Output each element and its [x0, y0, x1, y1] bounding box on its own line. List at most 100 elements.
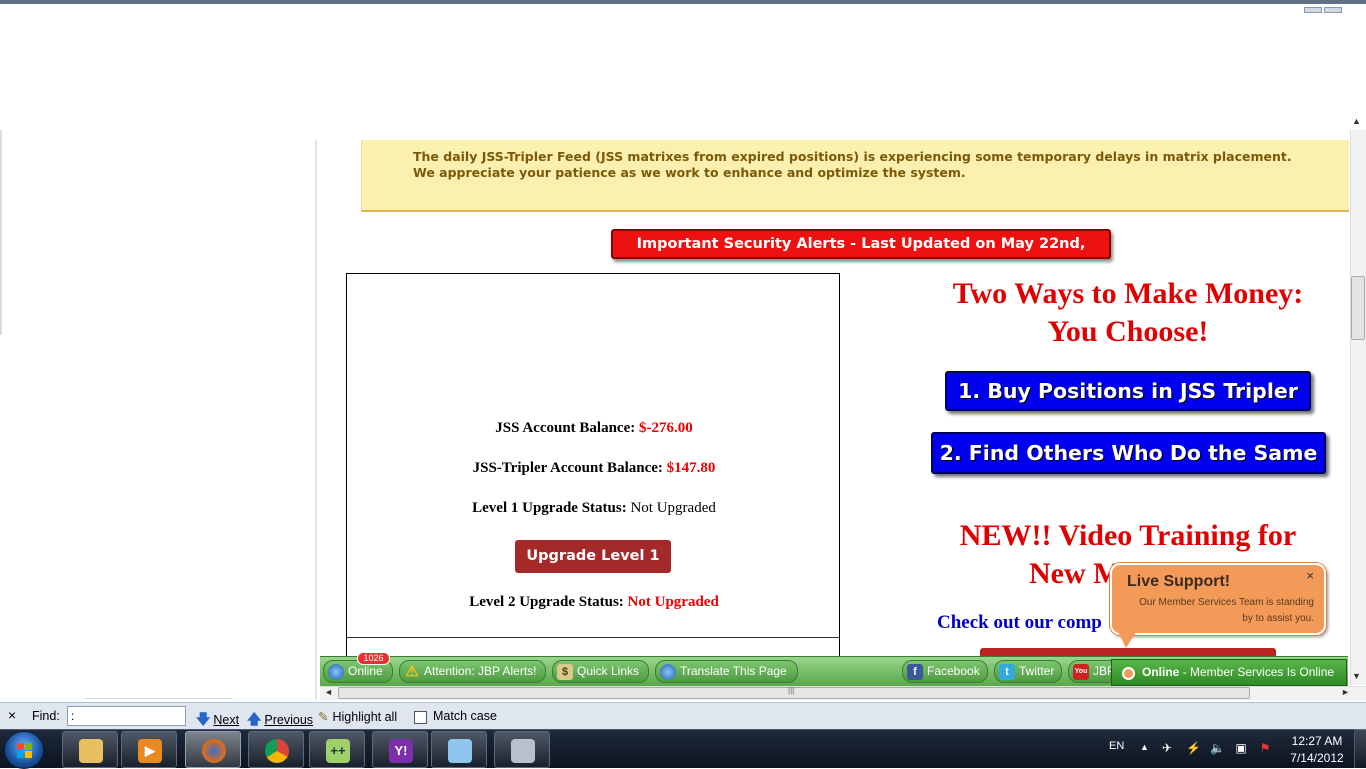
action-center-icon[interactable]: ⚑ — [1258, 742, 1272, 755]
tripler-balance-row: JSS-Tripler Account Balance: $147.80 — [347, 460, 841, 477]
scroll-grip-icon: ||| — [788, 686, 795, 695]
content-left-edge — [315, 140, 317, 700]
youtube-icon: You — [1073, 664, 1089, 680]
network-status-icon[interactable]: ▣ — [1234, 742, 1248, 755]
scroll-left-icon[interactable]: ◄ — [324, 687, 333, 697]
live-support-popup[interactable]: Live Support! × Our Member Services Team… — [1110, 563, 1326, 635]
yahoo-icon: Y! — [389, 739, 413, 763]
tray-app-icon[interactable]: ✈ — [1160, 742, 1174, 755]
account-panel: JSS Account Balance: $-276.00 JSS-Triple… — [346, 273, 840, 656]
buy-positions-button[interactable]: 1. Buy Positions in JSS Tripler — [945, 371, 1311, 411]
status-dot-icon — [1122, 667, 1135, 680]
checkout-link[interactable]: Check out our comp — [937, 612, 1117, 634]
taskbar-notepad[interactable] — [431, 731, 487, 768]
clock-date[interactable]: 7/14/2012 — [1286, 751, 1348, 765]
match-case-label[interactable]: Match case — [433, 709, 497, 723]
windows-logo-icon — [17, 743, 33, 759]
window-controls[interactable] — [1302, 0, 1362, 13]
chrome-icon — [265, 739, 289, 763]
find-label: Find: — [32, 709, 60, 723]
maximize-icon[interactable] — [1324, 7, 1342, 13]
start-button[interactable] — [4, 731, 44, 769]
taskbar-network-tool[interactable] — [494, 731, 550, 768]
live-support-tail — [1118, 632, 1136, 648]
toolbar-translate[interactable]: Translate This Page — [655, 660, 798, 683]
member-services-status[interactable]: Online - Member Services Is Online — [1111, 659, 1347, 686]
folder-icon — [79, 739, 103, 763]
live-support-title: Live Support! — [1127, 573, 1231, 590]
scroll-down-icon[interactable]: ▼ — [1352, 671, 1361, 681]
highlight-all-button[interactable]: ✎ Highlight all — [318, 709, 397, 724]
taskbar-explorer[interactable] — [62, 731, 118, 768]
find-others-button[interactable]: 2. Find Others Who Do the Same — [931, 432, 1326, 474]
firefox-icon — [202, 739, 226, 763]
tripler-balance-value: $147.80 — [666, 460, 716, 476]
taskbar-media-player[interactable]: ▶ — [121, 731, 177, 768]
window-top-edge — [0, 0, 1366, 4]
taskbar-chrome[interactable] — [248, 731, 304, 768]
find-next-label: Next — [213, 713, 240, 727]
dollar-icon: $ — [557, 664, 573, 680]
toolbar-alerts[interactable]: ⚠ Attention: JBP Alerts! — [399, 660, 546, 683]
site-toolbar: Online ⚠ Attention: JBP Alerts! $ Quick … — [320, 656, 1348, 686]
toolbar-facebook[interactable]: f Facebook — [902, 660, 988, 683]
close-icon[interactable]: × — [1306, 568, 1314, 583]
status-text: - Member Services Is Online — [1179, 665, 1335, 679]
upgrade-level1-button[interactable]: Upgrade Level 1 — [515, 540, 671, 573]
scroll-right-icon[interactable]: ► — [1341, 687, 1350, 697]
taskbar-notepad-plus-plus[interactable]: ++ — [309, 731, 365, 768]
vertical-scrollbar[interactable] — [1350, 130, 1366, 685]
notepad-icon — [448, 739, 472, 763]
divider — [84, 698, 232, 699]
security-alert-button[interactable]: Important Security Alerts - Last Updated… — [611, 229, 1111, 278]
find-input[interactable] — [67, 706, 186, 726]
toolbar-online-label: Online — [348, 664, 383, 678]
media-play-icon: ▶ — [138, 739, 162, 763]
make-money-heading-line1: Two Ways to Make Money: — [952, 277, 1304, 310]
match-case-checkbox[interactable] — [414, 711, 427, 724]
toolbar-alerts-label: Attention: JBP Alerts! — [424, 664, 537, 678]
toolbar-facebook-label: Facebook — [927, 664, 980, 678]
tray-expand-icon[interactable]: ▲ — [1140, 742, 1149, 752]
level1-status-value: Not Upgraded — [630, 500, 716, 516]
level1-status-label: Level 1 Upgrade Status: — [472, 500, 627, 516]
status-online-label: Online — [1142, 665, 1180, 679]
volume-icon[interactable]: 🔈 — [1210, 742, 1225, 755]
show-desktop-button[interactable] — [1354, 729, 1366, 768]
twitter-icon: t — [999, 664, 1015, 680]
arrow-down-icon: 🡇 — [196, 711, 211, 727]
level1-status-row: Level 1 Upgrade Status: Not Upgraded — [347, 500, 841, 517]
taskbar-yahoo-messenger[interactable]: Y! — [372, 731, 428, 768]
clock-time[interactable]: 12:27 AM — [1286, 734, 1348, 748]
jss-balance-row: JSS Account Balance: $-276.00 — [347, 420, 841, 437]
pencil-icon: ✎ — [318, 710, 329, 724]
globe-icon — [660, 664, 676, 680]
jss-balance-label: JSS Account Balance: — [495, 420, 636, 436]
toolbar-twitter-label: Twitter — [1019, 664, 1055, 678]
scroll-up-icon[interactable]: ▲ — [1352, 116, 1361, 126]
notice-line-1: The daily JSS-Tripler Feed (JSS matrixes… — [413, 149, 1292, 164]
tray-usb-icon[interactable]: ⚡ — [1186, 742, 1201, 755]
live-support-text-line2: by to assist you. — [1242, 613, 1314, 624]
make-money-heading-line2: You Choose! — [1047, 315, 1209, 348]
toolbar-quicklinks[interactable]: $ Quick Links — [552, 660, 649, 683]
language-indicator[interactable]: EN — [1109, 740, 1124, 752]
live-support-text-line1: Our Member Services Team is standing — [1139, 597, 1314, 608]
minimize-icon[interactable] — [1304, 7, 1322, 13]
highlight-all-label: Highlight all — [332, 710, 398, 724]
find-close-icon[interactable]: × — [8, 707, 16, 723]
toolbar-translate-label: Translate This Page — [680, 664, 787, 678]
arrow-up-icon: 🡅 — [247, 711, 262, 727]
make-money-heading: Two Ways to Make Money: You Choose! — [920, 275, 1336, 351]
live-support-text: Our Member Services Team is standing by … — [1124, 595, 1314, 627]
panel-divider — [346, 637, 840, 638]
notice-line-2: We appreciate your patience as we work t… — [413, 165, 966, 180]
level2-status-value: Not Upgraded — [627, 594, 719, 610]
level2-status-label: Level 2 Upgrade Status: — [469, 594, 624, 610]
network-icon — [511, 739, 535, 763]
toolbar-twitter[interactable]: t Twitter — [994, 660, 1062, 683]
facebook-icon: f — [907, 664, 923, 680]
taskbar-firefox[interactable] — [185, 731, 241, 768]
find-bar: × Find: 🡇Next 🡅Previous ✎Highlight all M… — [0, 702, 1366, 729]
vertical-scroll-thumb[interactable] — [1351, 276, 1365, 340]
